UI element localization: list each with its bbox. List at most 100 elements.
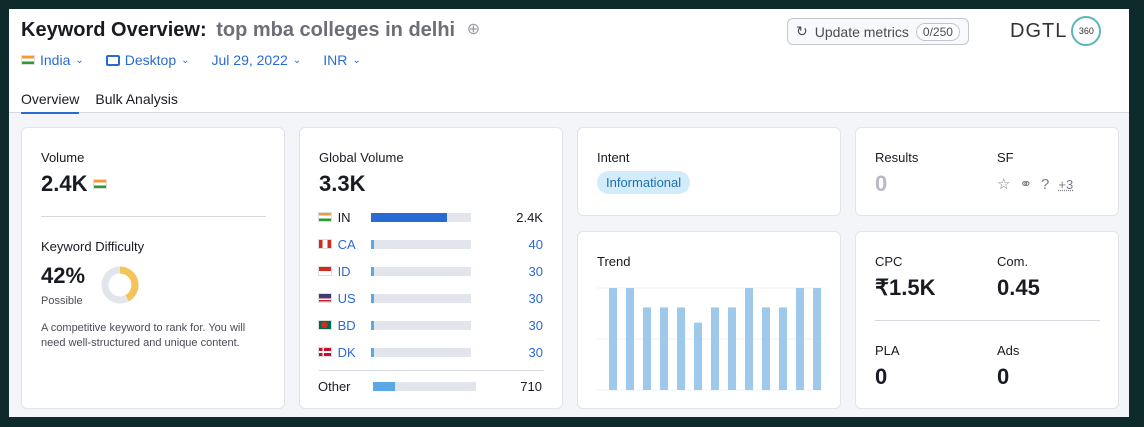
india-flag-icon: [93, 179, 108, 189]
country-code: IN: [337, 209, 351, 225]
country-row[interactable]: BD 30: [318, 316, 543, 334]
star-icon[interactable]: ☆: [997, 175, 1010, 193]
trend-bar: [626, 288, 634, 390]
other-value: 710: [520, 378, 542, 394]
cpc-value: ₹1.5K: [875, 275, 936, 300]
trend-bar: [711, 307, 719, 390]
country-code: US: [337, 290, 356, 306]
country-value: 30: [528, 263, 543, 279]
other-bar-track: [373, 381, 476, 391]
ads-label: Ads: [997, 343, 1020, 358]
trend-card: Trend: [577, 231, 841, 409]
trend-bar: [796, 288, 804, 390]
question-icon[interactable]: ?: [1041, 176, 1049, 193]
trend-chart: [597, 287, 823, 391]
results-card: Results 0 SF ☆ ⚭ ? +3: [855, 127, 1119, 216]
sf-more[interactable]: +3: [1058, 177, 1073, 192]
country-bar-fill: [371, 266, 374, 276]
ads-value: 0: [997, 364, 1010, 389]
global-volume-value: 3.3K: [319, 171, 366, 196]
tab-bar: Overview Bulk Analysis: [21, 91, 178, 114]
logo-text: DGTL: [1010, 19, 1068, 42]
kd-label: Keyword Difficulty: [41, 239, 145, 254]
refresh-icon: ↻: [796, 23, 808, 39]
trend-bar: [728, 307, 736, 390]
country-value: 40: [528, 236, 543, 252]
in-flag-icon: [318, 212, 332, 222]
country-bar-track: [371, 239, 471, 249]
cpc-card: CPC ₹1.5K Com. 0.45 PLA 0 Ads 0: [855, 231, 1119, 409]
update-metrics-count: 0/250: [915, 22, 960, 41]
tab-bulk-analysis[interactable]: Bulk Analysis: [95, 91, 177, 114]
desktop-icon: [105, 54, 120, 66]
update-metrics-label: Update metrics: [814, 23, 909, 40]
trend-bar: [660, 307, 668, 390]
country-code: BD: [337, 317, 356, 333]
pla-value: 0: [875, 364, 888, 389]
keyword-text: top mba colleges in delhi: [216, 19, 456, 41]
trend-bar: [677, 307, 685, 390]
country-row[interactable]: IN 2.4K: [318, 208, 543, 226]
tab-overview[interactable]: Overview: [21, 91, 80, 114]
results-value: 0: [875, 171, 888, 196]
kd-donut: [101, 266, 139, 304]
country-row[interactable]: US 30: [318, 289, 543, 307]
country-code: CA: [337, 236, 356, 252]
chevron-down-icon: ⌄: [292, 54, 302, 66]
device-filter[interactable]: Desktop ⌄: [105, 52, 190, 68]
app-frame: Keyword Overview: top mba colleges in de…: [9, 9, 1129, 417]
global-volume-card: Global Volume 3.3K IN 2.4K CA 40 ID 30 US 30 BD 3…: [299, 127, 563, 409]
ca-flag-icon: [318, 239, 332, 249]
country-bar-track: [371, 347, 471, 357]
bd-flag-icon: [318, 320, 332, 330]
com-value: 0.45: [997, 275, 1040, 300]
dk-flag-icon: [318, 347, 332, 357]
chevron-down-icon: ⌄: [181, 54, 190, 66]
country-row-other: Other 710: [318, 377, 543, 395]
trend-bar: [779, 307, 787, 390]
country-value: 30: [528, 344, 543, 360]
trend-bar: [745, 288, 753, 390]
country-bar-track: [371, 293, 471, 303]
date-filter[interactable]: Jul 29, 2022 ⌄: [212, 52, 302, 68]
country-row[interactable]: ID 30: [318, 262, 543, 280]
trend-bar: [694, 322, 702, 390]
com-label: Com.: [997, 254, 1029, 269]
divider: [319, 370, 544, 371]
country-bar-track: [371, 212, 471, 222]
volume-value-row: 2.4K: [41, 171, 108, 197]
kd-description: A competitive keyword to rank for. You w…: [41, 322, 246, 349]
country-row[interactable]: DK 30: [318, 343, 543, 361]
other-label: Other: [318, 378, 351, 394]
other-bar-fill: [373, 381, 395, 391]
intent-label: Intent: [597, 150, 630, 165]
trend-bar: [643, 307, 651, 390]
country-value: 30: [528, 290, 543, 306]
country-bar-fill: [371, 347, 374, 357]
country-row[interactable]: CA 40: [318, 235, 543, 253]
link-icon[interactable]: ⚭: [1019, 175, 1032, 193]
filter-bar: India ⌄ Desktop ⌄ Jul 29, 2022 ⌄ INR ⌄: [21, 52, 361, 68]
header: Keyword Overview: top mba colleges in de…: [9, 9, 1129, 114]
title-prefix: Keyword Overview:: [21, 19, 207, 41]
chevron-down-icon: ⌄: [75, 54, 84, 66]
country-bar-fill: [371, 239, 374, 249]
pla-label: PLA: [875, 343, 900, 358]
sf-label: SF: [997, 150, 1014, 165]
divider: [41, 216, 266, 217]
currency-filter[interactable]: INR ⌄: [323, 52, 361, 68]
intent-card: Intent Informational: [577, 127, 841, 216]
update-metrics-button[interactable]: ↻ Update metrics 0/250: [787, 18, 969, 45]
page-title: Keyword Overview: top mba colleges in de…: [21, 19, 480, 42]
volume-card: Volume 2.4K Keyword Difficulty 42% Possi…: [21, 127, 285, 409]
trend-bar: [609, 288, 617, 390]
currency-label: INR: [323, 52, 348, 68]
country-bar-fill: [371, 212, 447, 222]
country-bar-track: [371, 266, 471, 276]
divider: [875, 320, 1100, 321]
logo-ring: 360: [1071, 16, 1102, 46]
chevron-down-icon: ⌄: [352, 54, 361, 66]
database-filter[interactable]: India ⌄: [21, 52, 84, 68]
serp-features: ☆ ⚭ ? +3: [997, 175, 1073, 194]
add-circle-icon[interactable]: ⊕: [467, 19, 480, 39]
